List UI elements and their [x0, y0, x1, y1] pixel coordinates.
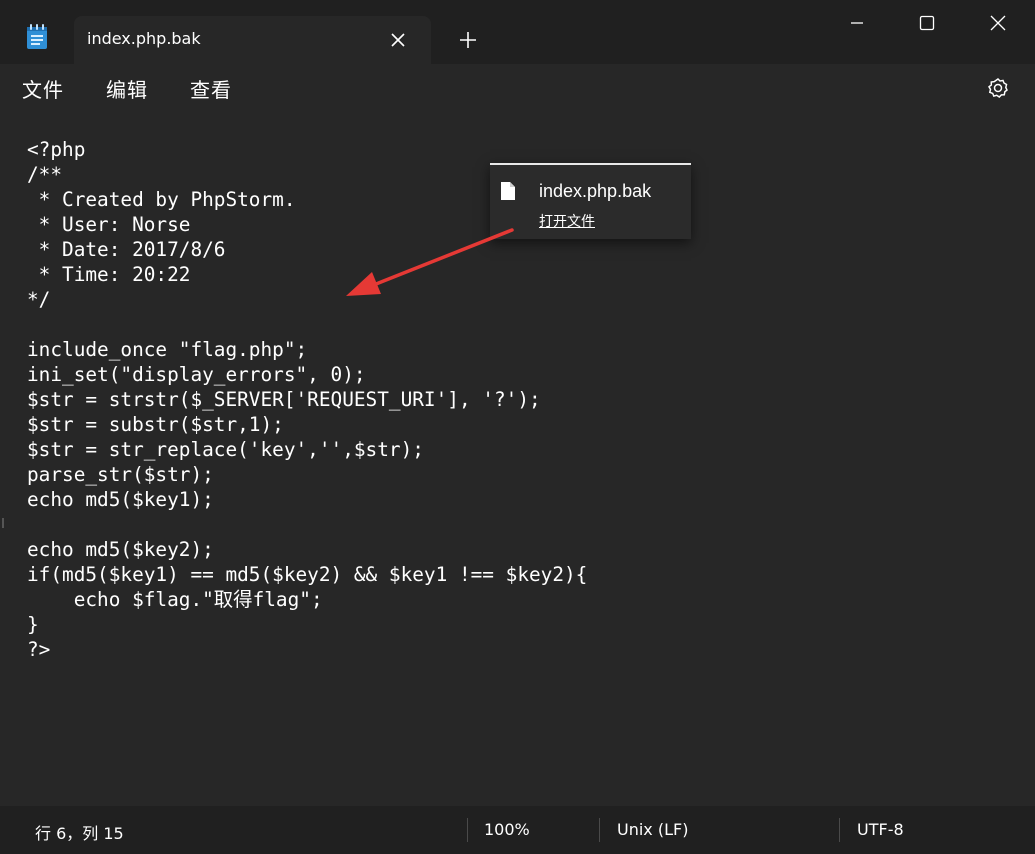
minimize-icon: [851, 22, 863, 24]
line-ending[interactable]: Unix (LF): [617, 820, 688, 839]
code-line: $str = str_replace('key','',$str);: [27, 438, 424, 461]
code-line: if(md5($key1) == md5($key2) && $key1 !==…: [27, 563, 588, 586]
file-icon: [501, 182, 515, 200]
code-line: include_once "flag.php";: [27, 338, 308, 361]
code-line: parse_str($str);: [27, 463, 214, 486]
tab-title: index.php.bak: [87, 29, 201, 48]
status-divider: [467, 818, 468, 842]
code-line: echo $flag."取得flag";: [27, 588, 323, 611]
plus-icon[interactable]: [452, 24, 484, 56]
gear-icon[interactable]: [984, 74, 1012, 102]
file-popup: index.php.bak 打开文件: [490, 163, 691, 239]
close-icon[interactable]: [384, 26, 412, 54]
code-line: <?php: [27, 138, 86, 161]
code-line: echo md5($key2);: [27, 538, 214, 561]
close-icon: [990, 15, 1006, 31]
status-divider: [839, 818, 840, 842]
code-line: ini_set("display_errors", 0);: [27, 363, 366, 386]
popup-file-name: index.php.bak: [539, 181, 652, 201]
title-bar: index.php.bak: [0, 0, 1035, 64]
zoom-level[interactable]: 100%: [484, 820, 530, 839]
cursor-position: 行 6，列 15: [35, 824, 124, 843]
code-line: */: [27, 288, 51, 311]
menu-view[interactable]: 查看: [190, 74, 232, 103]
notepad-window: index.php.bak 文件 编辑 查看 <?php /** * Creat…: [0, 0, 1035, 854]
close-window-button[interactable]: [963, 0, 1033, 46]
maximize-icon: [919, 15, 935, 31]
status-bar: 行 6，列 15 100% Unix (LF) UTF-8: [0, 806, 1035, 854]
menu-bar: 文件 编辑 查看: [0, 64, 1035, 110]
code-line: $str = substr($str,1);: [27, 413, 284, 436]
tab-index-php-bak[interactable]: index.php.bak: [74, 16, 431, 64]
open-file-link[interactable]: 打开文件: [539, 211, 595, 231]
minimize-button[interactable]: [822, 0, 892, 46]
menu-file[interactable]: 文件: [22, 74, 64, 103]
code-line: ?>: [27, 638, 51, 661]
maximize-button[interactable]: [892, 0, 962, 46]
code-line: echo md5($key1);: [27, 488, 214, 511]
menu-edit[interactable]: 编辑: [106, 74, 148, 103]
scroll-marker: [2, 518, 4, 528]
code-line: * Time: 20:22: [27, 263, 191, 286]
code-line: }: [27, 613, 39, 636]
code-line: $str = strstr($_SERVER['REQUEST_URI'], '…: [27, 388, 541, 411]
code-line: * Date: 2017/8/6: [27, 238, 226, 261]
notepad-icon: [27, 24, 47, 49]
encoding[interactable]: UTF-8: [857, 820, 904, 839]
status-divider: [599, 818, 600, 842]
